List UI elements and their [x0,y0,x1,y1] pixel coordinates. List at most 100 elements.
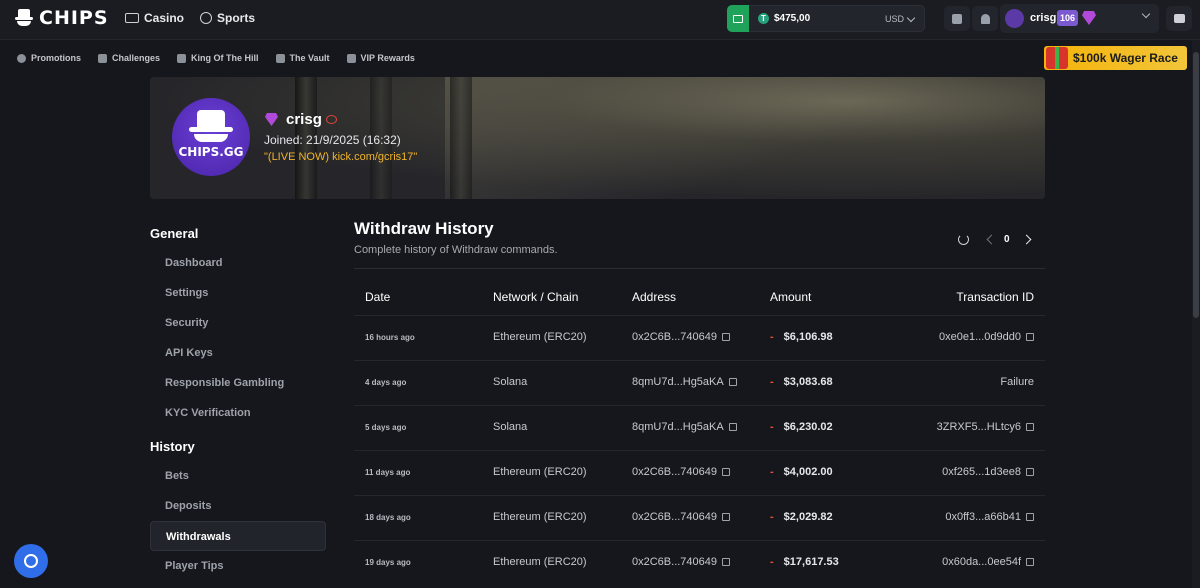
row-network: Ethereum (ERC20) [493,511,587,523]
amount-text: $2,029.82 [783,511,833,523]
nav-casino-label: Casino [144,11,185,25]
row-network: Ethereum (ERC20) [493,556,587,568]
row-amount: - $6,106.98 [770,331,833,343]
chevron-left-icon[interactable] [986,234,997,245]
sidebar-item-security[interactable]: Security [150,308,326,338]
row-address[interactable]: 0x2C6B...740649 [632,331,731,343]
user-name: crisg [1030,12,1057,24]
external-link-icon[interactable] [1026,468,1034,476]
sidebar-item-responsible-gambling[interactable]: Responsible Gambling [150,368,326,398]
sidebar-item-bets[interactable]: Bets [150,461,326,491]
row-amount: - $2,029.82 [770,511,833,523]
inventory-button[interactable] [944,6,970,31]
tx-text: 0xf265...1d3ee8 [942,466,1021,478]
subnav-promotions[interactable]: Promotions [17,53,81,63]
nav-casino[interactable]: Casino [125,11,184,25]
subnav-vip-rewards[interactable]: VIP Rewards [346,53,415,63]
row-address[interactable]: 8qmU7d...Hg5aKA [632,376,737,388]
row-amount: - $4,002.00 [770,466,833,478]
live-broadcast-icon [326,115,337,124]
subnav-label: VIP Rewards [360,53,415,63]
external-link-icon[interactable] [722,558,731,566]
chat-button[interactable] [1166,6,1192,31]
sidebar-item-deposits[interactable]: Deposits [150,491,326,521]
external-link-icon[interactable] [722,513,731,521]
external-link-icon[interactable] [722,333,731,341]
sidebar-item-kyc-verification[interactable]: KYC Verification [150,398,326,428]
minus-sign: - [770,421,774,433]
row-address[interactable]: 0x2C6B...740649 [632,511,731,523]
table-row: 5 days ago Solana 8qmU7d...Hg5aKA - $6,23… [354,405,1045,450]
brand-logo[interactable]: CHIPS [15,7,109,29]
external-link-icon[interactable] [722,468,731,476]
column-header-transaction-id: Transaction ID [956,290,1034,304]
subnav-label: Promotions [31,53,82,63]
sidebar-item-player-tips[interactable]: Player Tips [150,551,326,581]
scrollbar-thumb[interactable] [1193,52,1199,318]
currency-select[interactable]: USD [885,13,916,24]
row-network: Ethereum (ERC20) [493,466,587,478]
rank-gem-icon [1082,11,1096,25]
row-date: 16 hours ago [365,333,415,342]
notifications-button[interactable] [972,6,998,31]
row-date: 4 days ago [365,378,407,387]
table-row: 11 days ago Ethereum (ERC20) 0x2C6B...74… [354,450,1045,495]
row-address[interactable]: 0x2C6B...740649 [632,466,731,478]
support-chat-button[interactable] [14,544,48,578]
sidebar-item-api-keys[interactable]: API Keys [150,338,326,368]
external-link-icon[interactable] [728,378,737,386]
vip-icon [346,53,356,63]
tx-text: 0xe0e1...0d9dd0 [939,331,1021,343]
row-transaction-id[interactable]: 0x0ff3...a66b41 [945,511,1034,523]
table-row: 16 hours ago Ethereum (ERC20) 0x2C6B...7… [354,315,1045,360]
subnav-the-vault[interactable]: The Vault [275,53,330,63]
row-address[interactable]: 0x2C6B...740649 [632,556,731,568]
row-amount: - $3,083.68 [770,376,833,388]
external-link-icon[interactable] [1026,333,1034,341]
stream-link[interactable]: "(LIVE NOW) kick.com/gcris17" [264,151,417,163]
column-header-amount: Amount [770,290,812,304]
wallet-button[interactable] [727,5,749,32]
chevron-down-icon [1141,9,1151,19]
external-link-icon[interactable] [728,423,737,431]
minus-sign: - [770,511,774,523]
bell-icon [980,13,990,24]
page-scrollbar[interactable] [1192,40,1200,588]
row-transaction-id[interactable]: 3ZRXF5...HLtcy6 [937,421,1034,433]
subnav-challenges[interactable]: Challenges [98,53,160,63]
avatar-logo-text: CHIPS.GG [178,145,244,159]
amount-text: $3,083.68 [783,376,833,388]
joined-date: Joined: 21/9/2025 (16:32) [264,133,401,147]
subnav-label: Challenges [112,53,161,63]
refresh-icon[interactable] [958,234,969,245]
chevron-right-icon[interactable] [1021,234,1032,245]
row-transaction-id[interactable]: 0x60da...0ee54f [942,556,1034,568]
level-badge: 106 [1057,10,1079,26]
wallet-balance[interactable]: T $475,00 USD [727,5,925,32]
sidebar-item-dashboard[interactable]: Dashboard [150,248,326,278]
top-bar: CHIPS Casino Sports T $475,00 USD crisg … [0,0,1200,40]
external-link-icon[interactable] [1026,423,1034,431]
address-text: 0x2C6B...740649 [632,331,718,343]
address-text: 8qmU7d...Hg5aKA [632,376,724,388]
brand-name: CHIPS [39,7,109,29]
subnav-label: King Of The Hill [191,53,259,63]
sidebar-item-settings[interactable]: Settings [150,278,326,308]
subnav-king-of-the-hill[interactable]: King Of The Hill [177,53,259,63]
balance-amount: $475,00 [774,13,811,24]
row-transaction-id[interactable]: 0xe0e1...0d9dd0 [939,331,1034,343]
external-link-icon[interactable] [1026,558,1034,566]
row-address[interactable]: 8qmU7d...Hg5aKA [632,421,737,433]
address-text: 0x2C6B...740649 [632,556,718,568]
row-network: Solana [493,376,528,388]
wager-race-button[interactable]: $100k Wager Race [1044,46,1187,70]
profile-name: crisg [286,111,322,128]
column-header-date: Date [365,290,391,304]
external-link-icon[interactable] [1026,513,1034,521]
gift-icon [1046,47,1068,69]
sidebar-item-withdrawals[interactable]: Withdrawals [150,521,326,551]
nav-sports[interactable]: Sports [200,11,255,25]
user-menu[interactable]: crisg 106 [1000,4,1159,33]
tx-text: 0x0ff3...a66b41 [945,511,1021,523]
row-transaction-id[interactable]: 0xf265...1d3ee8 [942,466,1034,478]
